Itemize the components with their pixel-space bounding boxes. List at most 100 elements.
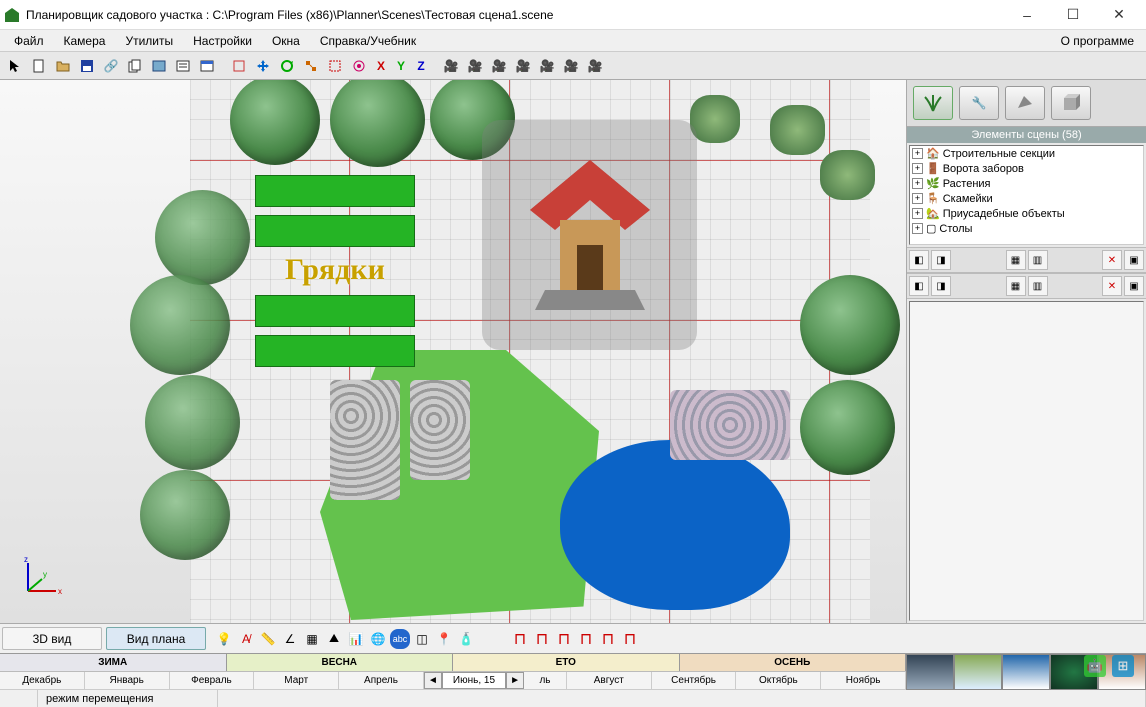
stone-path	[670, 390, 790, 460]
mini-btn-4-icon[interactable]: ▥	[1028, 250, 1048, 270]
month-oct[interactable]: Октябрь	[736, 672, 821, 689]
expand-icon[interactable]: +	[912, 163, 923, 174]
tool-a-icon[interactable]	[228, 55, 250, 77]
mini-btn-6-icon[interactable]: ◧	[909, 276, 929, 296]
mini-btn-10-icon[interactable]: ▣	[1124, 276, 1144, 296]
month-jan[interactable]: Январь	[85, 672, 170, 689]
save-file-icon[interactable]	[76, 55, 98, 77]
mini-btn-3-icon[interactable]: ▦	[1006, 250, 1026, 270]
new-file-icon[interactable]	[28, 55, 50, 77]
close-button[interactable]: ✕	[1096, 0, 1142, 30]
magnet-3-icon[interactable]: ⊓	[554, 629, 574, 649]
mini-delete-icon[interactable]: ✕	[1102, 250, 1122, 270]
bt-spray-icon[interactable]: 🧴	[456, 629, 476, 649]
menu-windows[interactable]: Окна	[262, 32, 310, 50]
camera-2-icon[interactable]: 🎥	[464, 55, 486, 77]
tree	[800, 275, 900, 375]
mini-btn-8-icon[interactable]: ▦	[1006, 276, 1026, 296]
season-winter[interactable]: ЗИМА	[0, 654, 227, 671]
month-prev-button[interactable]: ◄	[424, 672, 442, 689]
text-icon[interactable]	[172, 55, 194, 77]
axis-y-button[interactable]: Y	[392, 57, 410, 75]
bt-abc-icon[interactable]: abc	[390, 629, 410, 649]
season-autumn[interactable]: ОСЕНЬ	[680, 654, 907, 671]
camera-6-icon[interactable]: 🎥	[560, 55, 582, 77]
month-sep[interactable]: Сентябрь	[652, 672, 737, 689]
maximize-button[interactable]: ☐	[1050, 0, 1096, 30]
month-jul[interactable]: ль	[524, 672, 567, 689]
season-spring[interactable]: ВЕСНА	[227, 654, 454, 671]
month-aug[interactable]: Август	[567, 672, 652, 689]
menu-camera[interactable]: Камера	[54, 32, 116, 50]
axis-z-button[interactable]: Z	[412, 57, 430, 75]
menu-utils[interactable]: Утилиты	[115, 32, 183, 50]
menu-file[interactable]: Файл	[4, 32, 54, 50]
season-summer[interactable]: ЕТО	[453, 654, 680, 671]
open-file-icon[interactable]	[52, 55, 74, 77]
minimize-button[interactable]: –	[1004, 0, 1050, 30]
mini-btn-9-icon[interactable]: ▥	[1028, 276, 1048, 296]
expand-icon[interactable]: +	[912, 148, 923, 159]
link-icon[interactable]: 🔗	[100, 55, 122, 77]
camera-7-icon[interactable]: 🎥	[584, 55, 606, 77]
magnet-5-icon[interactable]: ⊓	[598, 629, 618, 649]
window-icon[interactable]	[196, 55, 218, 77]
tool-b-icon[interactable]	[348, 55, 370, 77]
mini-btn-5-icon[interactable]: ▣	[1124, 250, 1144, 270]
expand-icon[interactable]: +	[912, 208, 923, 219]
scale-icon[interactable]	[300, 55, 322, 77]
mini-btn-2-icon[interactable]: ◨	[931, 250, 951, 270]
month-dec[interactable]: Декабрь	[0, 672, 85, 689]
mini-delete2-icon[interactable]: ✕	[1102, 276, 1122, 296]
expand-icon[interactable]: +	[912, 178, 923, 189]
axis-x-button[interactable]: X	[372, 57, 390, 75]
bt-grid-icon[interactable]: ▦	[302, 629, 322, 649]
bt-text-icon[interactable]: A̸	[236, 629, 256, 649]
scene-tree[interactable]: +🏠Строительные секции +🚪Ворота заборов +…	[909, 145, 1144, 245]
move-icon[interactable]	[252, 55, 274, 77]
tab-cube-icon[interactable]	[1051, 86, 1091, 120]
month-mar[interactable]: Март	[254, 672, 339, 689]
panel-header: Элементы сцены (58)	[907, 127, 1146, 143]
month-nov[interactable]: Ноябрь	[821, 672, 906, 689]
tab-tools-icon[interactable]: 🔧	[959, 86, 999, 120]
magnet-4-icon[interactable]: ⊓	[576, 629, 596, 649]
rotate-icon[interactable]	[276, 55, 298, 77]
month-next-button[interactable]: ►	[506, 672, 524, 689]
camera-5-icon[interactable]: 🎥	[536, 55, 558, 77]
bt-light-icon[interactable]: 💡	[214, 629, 234, 649]
bt-measure-icon[interactable]: 📏	[258, 629, 278, 649]
tab-3d-view[interactable]: 3D вид	[2, 627, 102, 650]
menu-about[interactable]: О программе	[1051, 32, 1142, 50]
image-icon[interactable]	[148, 55, 170, 77]
bt-angle-icon[interactable]: ∠	[280, 629, 300, 649]
bt-globe-icon[interactable]: 🌐	[368, 629, 388, 649]
right-panel-tabs: 🔧	[907, 80, 1146, 127]
copy-icon[interactable]	[124, 55, 146, 77]
canvas-viewport[interactable]: Грядки	[0, 80, 906, 623]
menu-help[interactable]: Справка/Учебник	[310, 32, 426, 50]
month-apr[interactable]: Апрель	[339, 672, 424, 689]
expand-icon[interactable]: +	[912, 223, 923, 234]
menu-settings[interactable]: Настройки	[183, 32, 262, 50]
magnet-6-icon[interactable]: ⊓	[620, 629, 640, 649]
mini-btn-7-icon[interactable]: ◨	[931, 276, 951, 296]
camera-3-icon[interactable]: 🎥	[488, 55, 510, 77]
bt-chart-icon[interactable]: 📊	[346, 629, 366, 649]
expand-icon[interactable]: +	[912, 193, 923, 204]
bt-terrain-icon[interactable]: ⛰	[324, 629, 344, 649]
month-current[interactable]: Июнь, 15	[442, 672, 506, 689]
month-feb[interactable]: Февраль	[170, 672, 255, 689]
select-box-icon[interactable]	[324, 55, 346, 77]
bt-box-icon[interactable]: ◫	[412, 629, 432, 649]
tab-plants-icon[interactable]	[913, 86, 953, 120]
bt-pin-icon[interactable]: 📍	[434, 629, 454, 649]
magnet-1-icon[interactable]: ⊓	[510, 629, 530, 649]
mini-btn-1-icon[interactable]: ◧	[909, 250, 929, 270]
tab-shapes-icon[interactable]	[1005, 86, 1045, 120]
pointer-icon[interactable]	[4, 55, 26, 77]
magnet-2-icon[interactable]: ⊓	[532, 629, 552, 649]
camera-4-icon[interactable]: 🎥	[512, 55, 534, 77]
camera-1-icon[interactable]: 🎥	[440, 55, 462, 77]
tab-plan-view[interactable]: Вид плана	[106, 627, 206, 650]
